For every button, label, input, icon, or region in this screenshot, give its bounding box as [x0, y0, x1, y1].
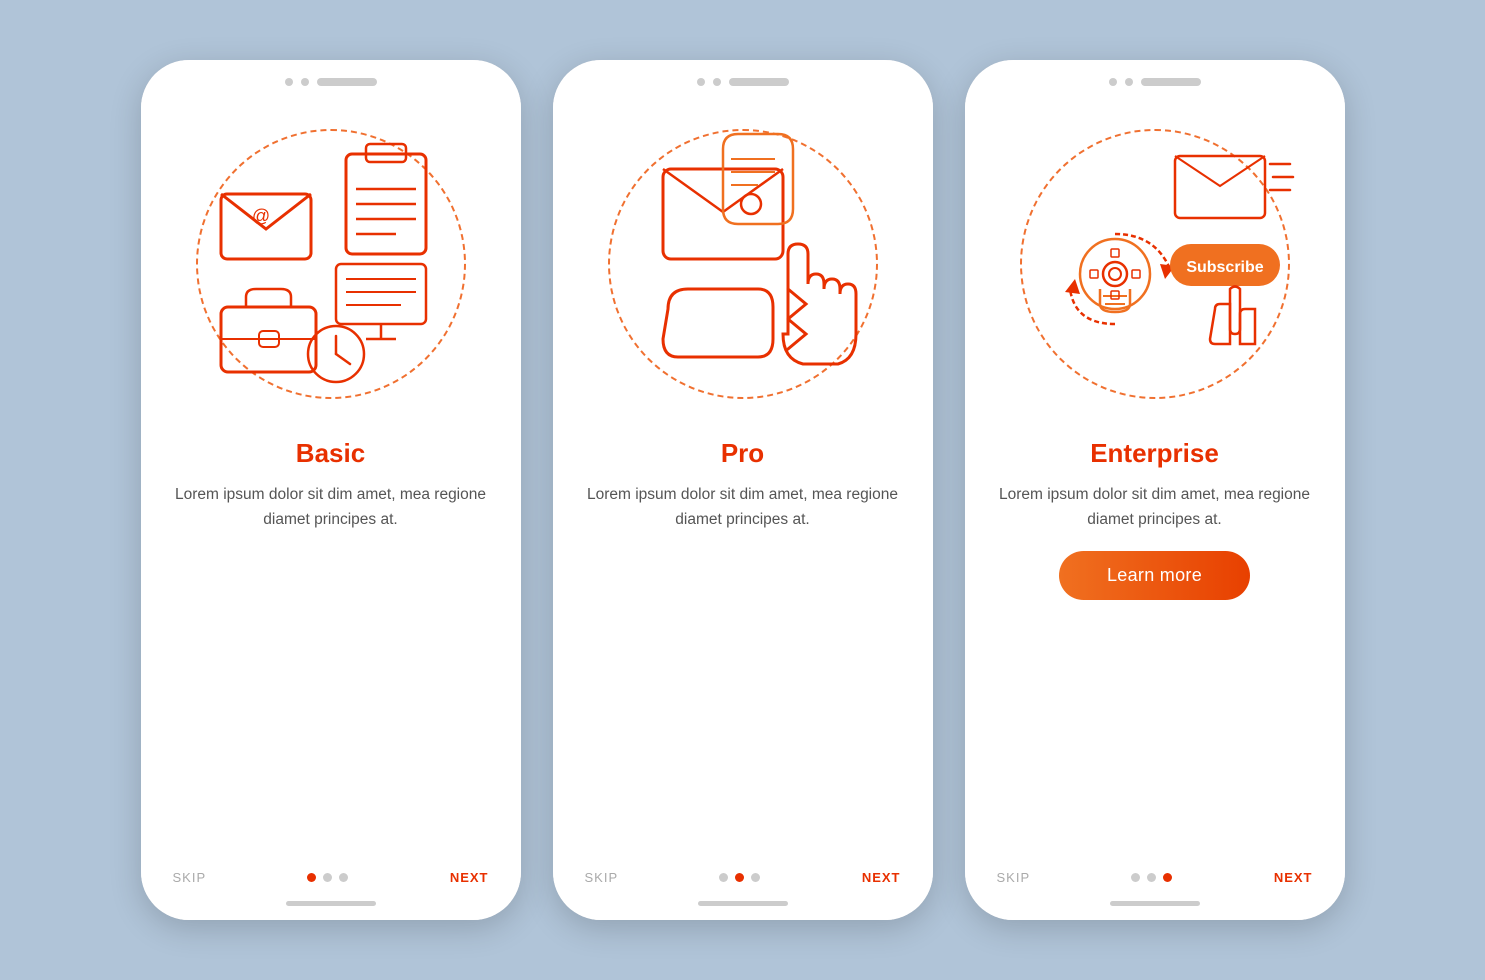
- pagination-pro: [719, 873, 760, 882]
- phone-enterprise: Subscribe Enterprise Lorem ipsum dolor s…: [965, 60, 1345, 920]
- illustration-enterprise: Subscribe: [965, 94, 1345, 434]
- bottom-nav-pro: SKIP NEXT: [553, 858, 933, 895]
- top-pill: [729, 78, 789, 86]
- plan-desc-basic: Lorem ipsum dolor sit dim amet, mea regi…: [141, 483, 521, 533]
- status-dot2: [713, 78, 721, 86]
- skip-pro[interactable]: SKIP: [585, 870, 619, 885]
- pg-dot-3: [751, 873, 760, 882]
- pg-dot-1: [719, 873, 728, 882]
- illustration-pro: [553, 94, 933, 434]
- top-bar-enterprise: [965, 60, 1345, 94]
- home-indicator-pro: [698, 901, 788, 906]
- plan-title-basic: Basic: [296, 438, 365, 469]
- top-pill: [1141, 78, 1201, 86]
- next-basic[interactable]: NEXT: [450, 870, 489, 885]
- top-bar-basic: [141, 60, 521, 94]
- illustration-basic: @: [141, 94, 521, 434]
- next-pro[interactable]: NEXT: [862, 870, 901, 885]
- top-pill: [317, 78, 377, 86]
- plan-title-enterprise: Enterprise: [1090, 438, 1219, 469]
- svg-text:Subscribe: Subscribe: [1186, 259, 1263, 276]
- pagination-enterprise: [1131, 873, 1172, 882]
- pg-dot-2: [1147, 873, 1156, 882]
- skip-enterprise[interactable]: SKIP: [997, 870, 1031, 885]
- plan-desc-pro: Lorem ipsum dolor sit dim amet, mea regi…: [553, 483, 933, 533]
- pg-dot-1: [307, 873, 316, 882]
- skip-basic[interactable]: SKIP: [173, 870, 207, 885]
- next-enterprise[interactable]: NEXT: [1274, 870, 1313, 885]
- status-dot1: [285, 78, 293, 86]
- pro-icon: [603, 124, 883, 404]
- pagination-basic: [307, 873, 348, 882]
- phone-pro: Pro Lorem ipsum dolor sit dim amet, mea …: [553, 60, 933, 920]
- basic-icon: @: [191, 124, 471, 404]
- pg-dot-2: [735, 873, 744, 882]
- pg-dot-1: [1131, 873, 1140, 882]
- plan-title-pro: Pro: [721, 438, 764, 469]
- status-dot1: [697, 78, 705, 86]
- status-dot2: [301, 78, 309, 86]
- bottom-nav-basic: SKIP NEXT: [141, 858, 521, 895]
- home-indicator-basic: [286, 901, 376, 906]
- status-dot1: [1109, 78, 1117, 86]
- status-dot2: [1125, 78, 1133, 86]
- pg-dot-2: [323, 873, 332, 882]
- home-indicator-enterprise: [1110, 901, 1200, 906]
- learn-more-button[interactable]: Learn more: [1059, 551, 1250, 600]
- phones-container: @: [141, 60, 1345, 920]
- enterprise-icon: Subscribe: [1015, 124, 1295, 404]
- pg-dot-3: [339, 873, 348, 882]
- svg-text:@: @: [251, 206, 269, 226]
- phone-basic: @: [141, 60, 521, 920]
- top-bar-pro: [553, 60, 933, 94]
- pg-dot-3: [1163, 873, 1172, 882]
- plan-desc-enterprise: Lorem ipsum dolor sit dim amet, mea regi…: [965, 483, 1345, 533]
- bottom-nav-enterprise: SKIP NEXT: [965, 858, 1345, 895]
